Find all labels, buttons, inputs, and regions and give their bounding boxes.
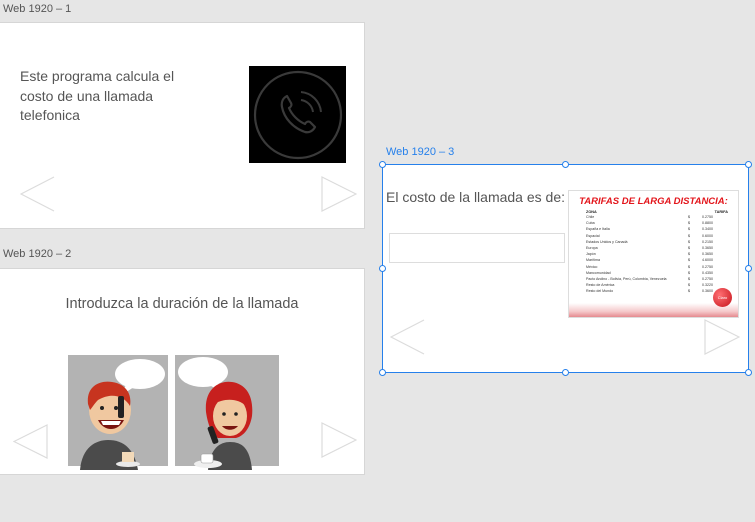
people-talking-on-phone-image (68, 355, 279, 470)
resize-handle-top-left[interactable] (379, 161, 386, 168)
artboard-2-label[interactable]: Web 1920 – 2 (3, 248, 71, 260)
rate-cell-zone: Resto del Mundo (586, 289, 614, 294)
claro-logo-text: Claro (717, 295, 728, 300)
duration-prompt: Introduzca la duración de la llamada (65, 296, 299, 312)
resize-handle-left[interactable] (379, 265, 386, 272)
artboard-web-1920-2[interactable]: Introduzca la duración de la llamada (0, 269, 364, 474)
resize-handle-bottom[interactable] (562, 369, 569, 376)
next-arrow-icon[interactable] (321, 176, 357, 212)
cost-result-label: El costo de la llamada es de: (386, 189, 565, 205)
resize-handle-bottom-left[interactable] (379, 369, 386, 376)
rate-cell-currency: $ (688, 289, 690, 294)
artboard-web-1920-3[interactable]: El costo de la llamada es de: TARIFAS DE… (382, 164, 749, 373)
rate-card-image: TARIFAS DE LARGA DISTANCIA: ZONA TARIFA … (568, 190, 739, 318)
resize-handle-right[interactable] (745, 265, 752, 272)
next-arrow-icon[interactable] (704, 319, 740, 355)
phone-icon (253, 70, 342, 159)
prev-arrow-icon[interactable] (20, 176, 56, 212)
prev-arrow-icon[interactable] (390, 319, 426, 355)
resize-handle-top-right[interactable] (745, 161, 752, 168)
next-arrow-icon[interactable] (321, 422, 357, 458)
cost-result-field[interactable] (389, 233, 565, 263)
phone-image (249, 66, 346, 163)
artboard-3-label[interactable]: Web 1920 – 3 (386, 146, 454, 158)
prev-arrow-icon[interactable] (13, 424, 48, 459)
intro-description: Este programa calcula el costo de una ll… (20, 68, 175, 123)
artboard-web-1920-1[interactable]: Este programa calcula el costo de una ll… (0, 23, 364, 228)
resize-handle-bottom-right[interactable] (745, 369, 752, 376)
rate-card-rows: Chile $0.2750 Cuba $0.8800 España e Italia $0… (569, 214, 738, 295)
artboard-1-label[interactable]: Web 1920 – 1 (3, 3, 71, 15)
resize-handle-top[interactable] (562, 161, 569, 168)
rate-card-title: TARIFAS DE LARGA DISTANCIA: (579, 196, 728, 207)
claro-logo-icon: Claro (713, 288, 732, 307)
rate-card-footer (569, 303, 738, 317)
